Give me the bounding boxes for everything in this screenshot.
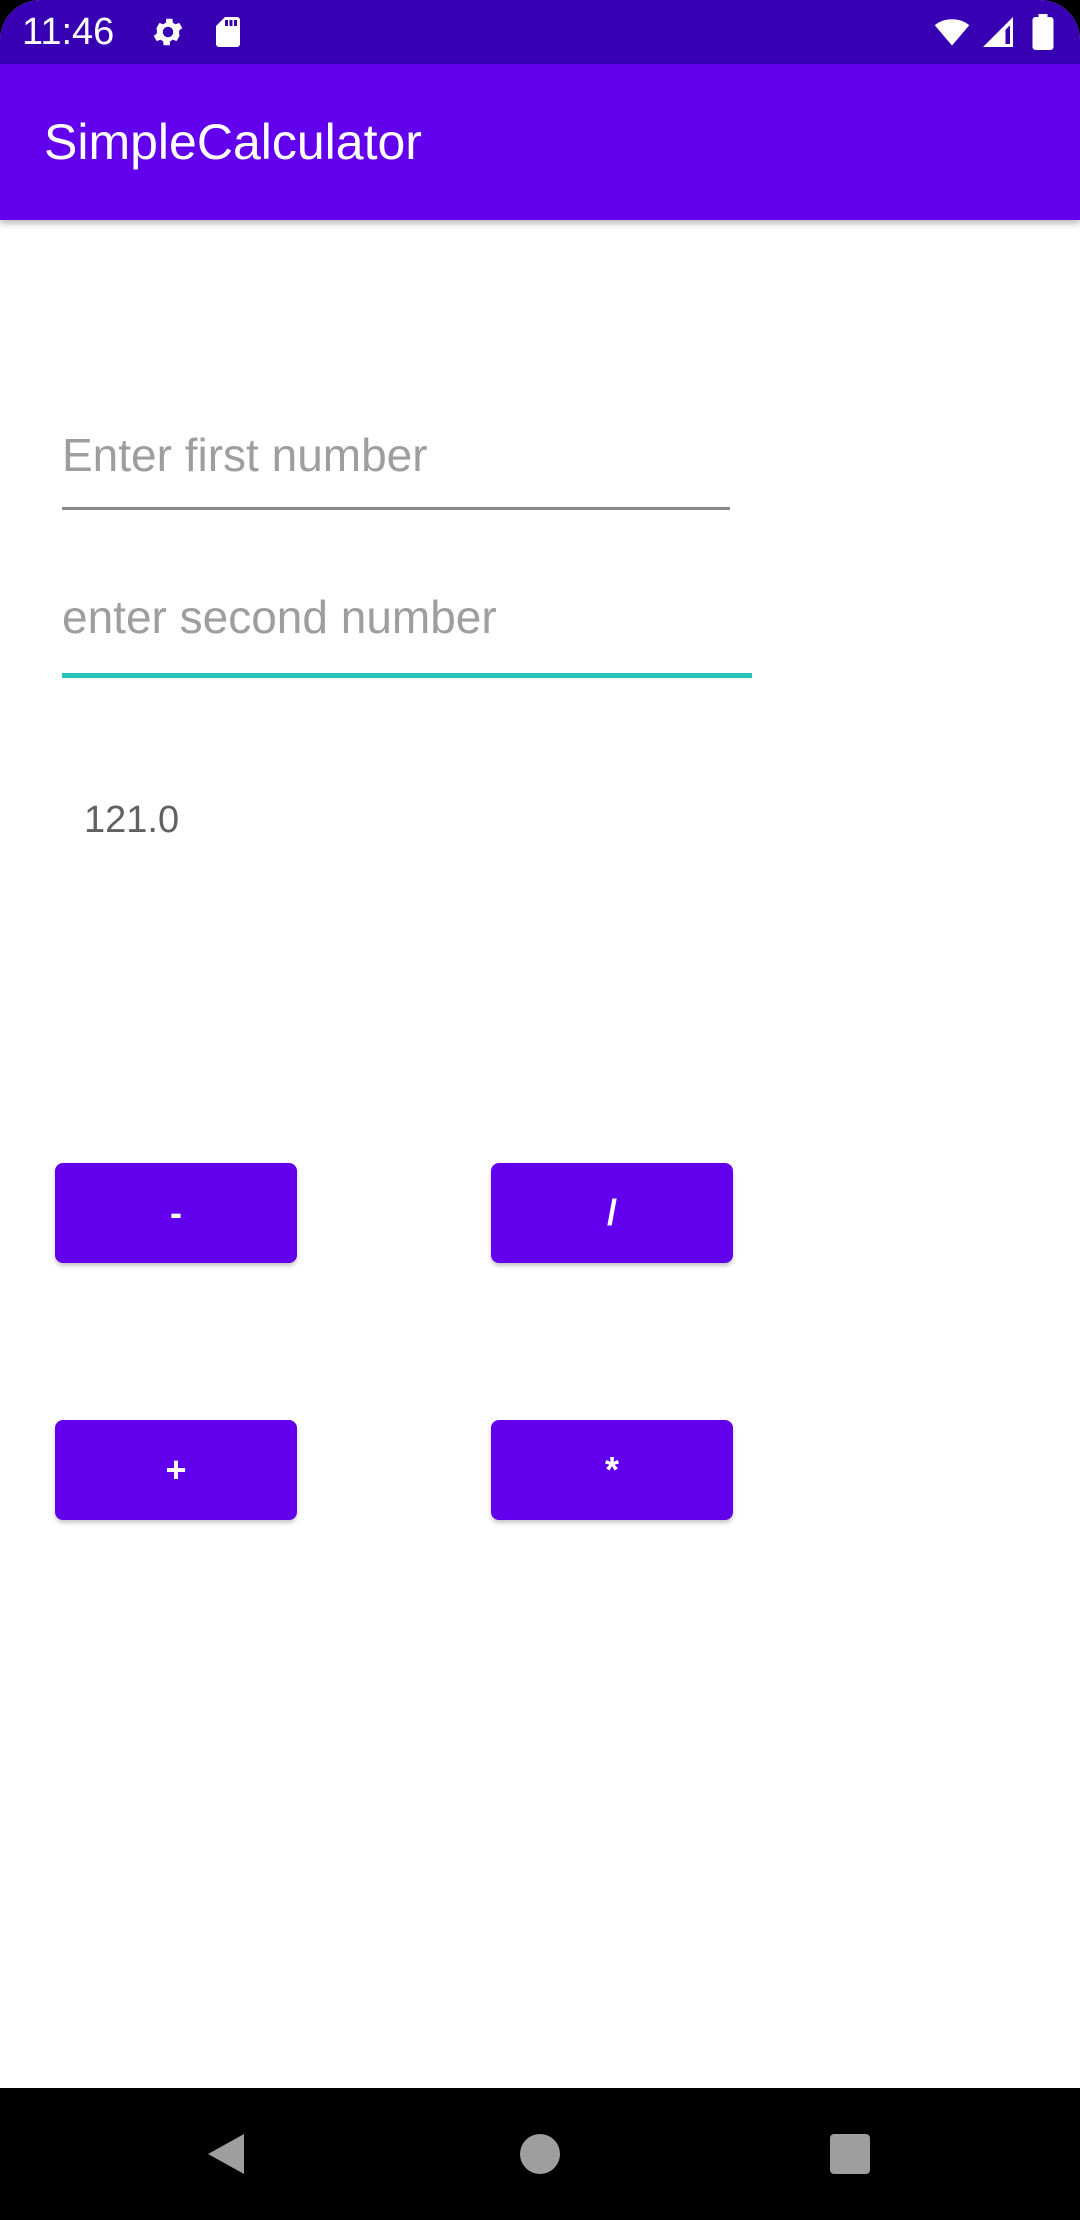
wifi-icon	[934, 14, 970, 50]
settings-gear-icon	[150, 14, 186, 50]
multiply-button[interactable]: *	[491, 1420, 733, 1520]
app-screen: 11:46 SimpleCalculator 121.0 - / + *	[0, 0, 1080, 2220]
home-icon[interactable]	[516, 2130, 564, 2178]
battery-icon	[1030, 14, 1056, 50]
sd-card-icon	[210, 14, 246, 50]
first-number-underline	[62, 507, 730, 510]
divide-button[interactable]: /	[491, 1163, 733, 1263]
back-icon[interactable]	[204, 2130, 252, 2178]
cellular-signal-icon	[980, 14, 1016, 50]
second-number-underline	[62, 673, 752, 678]
second-number-field	[62, 582, 752, 678]
navigation-bar	[0, 2088, 1080, 2220]
second-number-input[interactable]	[62, 582, 752, 652]
first-number-input[interactable]	[62, 420, 730, 490]
app-title: SimpleCalculator	[44, 114, 422, 170]
recents-icon[interactable]	[826, 2130, 874, 2178]
status-time: 11:46	[22, 11, 115, 53]
add-button[interactable]: +	[55, 1420, 297, 1520]
subtract-button[interactable]: -	[55, 1163, 297, 1263]
result-text: 121.0	[84, 799, 180, 841]
status-bar: 11:46	[0, 0, 1080, 64]
first-number-field	[62, 420, 730, 510]
app-bar: SimpleCalculator	[0, 64, 1080, 220]
